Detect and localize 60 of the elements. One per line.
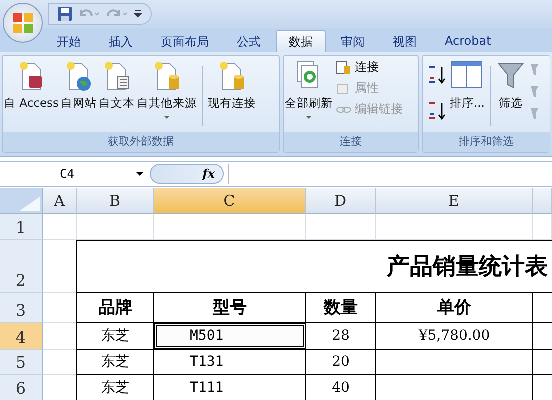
table-cell: 40 xyxy=(305,375,376,400)
connection-icon xyxy=(336,60,352,74)
ribbon-button[interactable]: 自其他来源 xyxy=(136,58,198,123)
ribbon-button[interactable]: 自网站 xyxy=(60,58,98,113)
table-cell: 20 xyxy=(305,350,376,375)
ribbon-button[interactable]: 筛选 xyxy=(494,58,527,113)
table-cell: T111 xyxy=(153,375,306,400)
table-cell: 东芝 xyxy=(76,350,154,375)
table-cell: 28 xyxy=(305,323,376,350)
ribbon-button[interactable]: 自 Access xyxy=(3,58,60,113)
table-cell: T131 xyxy=(153,350,306,375)
row-header[interactable]: 2 xyxy=(0,240,43,293)
dropdown-caret-icon xyxy=(163,115,172,121)
column-header[interactable]: A xyxy=(43,188,77,214)
row-header[interactable]: 1 xyxy=(0,214,43,240)
sort-descending-icon[interactable] xyxy=(427,100,447,122)
column-header[interactable]: B xyxy=(77,188,154,214)
group-label: 排序和筛选 xyxy=(423,132,550,152)
column-header[interactable]: D xyxy=(306,188,376,214)
save-icon[interactable] xyxy=(57,6,73,22)
dropdown-caret-icon xyxy=(136,171,144,177)
row-header[interactable]: 4 xyxy=(0,323,43,350)
ribbon-button[interactable]: 全部刷新 xyxy=(284,58,334,123)
ribbon-tab[interactable]: Acrobat xyxy=(432,30,504,52)
group-label: 获取外部数据 xyxy=(3,132,279,152)
ribbon-tab[interactable]: 公式 xyxy=(224,30,274,52)
column-header[interactable]: E xyxy=(376,188,533,214)
table-cell: 品牌 xyxy=(76,293,154,323)
office-button[interactable] xyxy=(3,3,43,43)
dropdown-caret-icon xyxy=(305,115,313,121)
row-header[interactable]: 6 xyxy=(0,375,43,400)
table-cell: 单价 xyxy=(375,293,533,323)
group-label: 连接 xyxy=(284,132,418,152)
row-header[interactable]: 3 xyxy=(0,293,43,323)
ribbon-button[interactable]: 现有连接 xyxy=(207,58,258,113)
row-header[interactable]: 5 xyxy=(0,350,43,375)
insert-function-button[interactable]: fx xyxy=(150,164,224,184)
empty-cell xyxy=(532,323,552,350)
ribbon-button[interactable]: 连接 xyxy=(334,58,405,77)
column-header[interactable]: C xyxy=(154,188,306,214)
sort-ascending-icon[interactable] xyxy=(427,64,447,86)
ribbon-button[interactable]: 排序... xyxy=(449,58,486,113)
select-all-corner[interactable] xyxy=(0,188,43,214)
table-cell: 数量 xyxy=(305,293,376,323)
ribbon-tab[interactable]: 开始 xyxy=(44,30,94,52)
ribbon-tab[interactable]: 审阅 xyxy=(328,30,378,52)
name-box[interactable]: C4 xyxy=(0,167,150,181)
column-header[interactable] xyxy=(533,188,552,214)
ribbon-tab[interactable]: 插入 xyxy=(96,30,146,52)
table-cell: ¥5,780.00 xyxy=(375,323,533,350)
ribbon-tab[interactable]: 页面布局 xyxy=(148,30,222,52)
empty-cell xyxy=(532,350,552,375)
document-text-icon xyxy=(102,60,132,92)
ribbon-tab[interactable]: 视图 xyxy=(380,30,430,52)
table-cell: M501 xyxy=(153,323,306,350)
ribbon-tab[interactable]: 数据 xyxy=(276,30,326,52)
ribbon-button[interactable]: 自文本 xyxy=(98,58,136,113)
table-title: 产品销量统计表 xyxy=(387,252,548,282)
table-cell: 东芝 xyxy=(76,375,154,400)
empty-cell xyxy=(306,214,376,240)
